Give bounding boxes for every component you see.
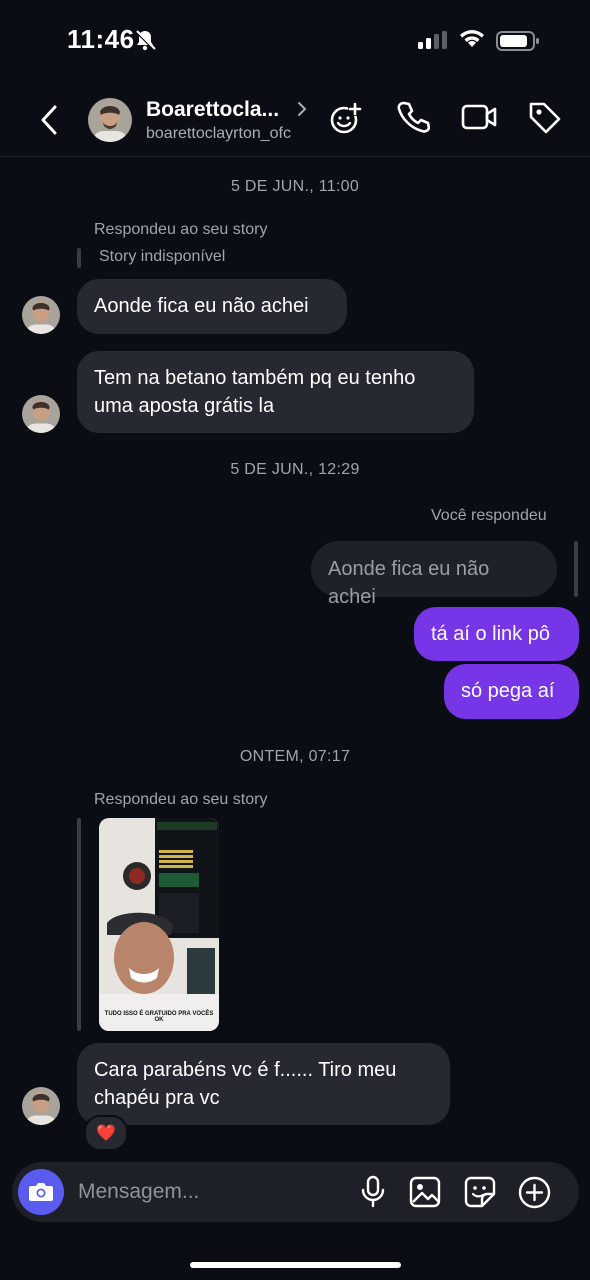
battery-icon <box>496 30 540 57</box>
plus-circle-icon[interactable] <box>518 1176 551 1214</box>
tag-icon[interactable] <box>527 100 563 141</box>
video-call-icon[interactable] <box>460 100 498 139</box>
message-input[interactable]: Mensagem... <box>78 1180 199 1204</box>
you-replied-label: Você respondeu <box>431 507 547 524</box>
wifi-icon <box>458 27 486 54</box>
heart-icon: ❤️ <box>96 1125 116 1142</box>
outgoing-message[interactable]: só pega aí <box>444 664 579 719</box>
contact-name[interactable]: Boarettocla... <box>146 98 279 122</box>
timestamp: ONTEM, 07:17 <box>239 748 351 765</box>
incoming-message[interactable]: Aonde fica eu não achei <box>77 279 347 334</box>
story-caption: TUDO ISSO É GRATUIDO PRA VOCÊS OK <box>104 1011 214 1023</box>
reaction-heart[interactable]: ❤️ <box>84 1115 128 1151</box>
home-indicator <box>190 1262 401 1268</box>
timestamp: 5 DE JUN., 12:29 <box>230 461 360 478</box>
sender-avatar[interactable] <box>22 395 60 433</box>
chevron-right-icon[interactable] <box>296 100 308 123</box>
outgoing-message[interactable]: tá aí o link pô <box>414 607 579 661</box>
incoming-message[interactable]: Tem na betano também pq eu tenho uma apo… <box>77 351 474 433</box>
contact-avatar[interactable] <box>88 98 132 142</box>
story-thumbnail[interactable]: TUDO ISSO É GRATUIDO PRA VOCÊS OK <box>99 818 219 1031</box>
microphone-icon[interactable] <box>360 1175 386 1214</box>
quote-bar <box>77 818 81 1031</box>
add-people-icon[interactable] <box>329 100 365 141</box>
timestamp: 5 DE JUN., 11:00 <box>230 178 360 195</box>
camera-icon <box>29 1183 53 1201</box>
contact-handle[interactable]: boarettoclayrton_ofc <box>146 125 291 143</box>
back-arrow-icon[interactable] <box>38 104 60 141</box>
cellular-signal-icon <box>418 31 450 54</box>
sender-avatar[interactable] <box>22 1087 60 1125</box>
replied-story-label: Respondeu ao seu story <box>94 221 268 238</box>
sticker-icon[interactable] <box>464 1176 496 1213</box>
replied-story-label: Respondeu ao seu story <box>94 791 268 808</box>
phone-call-icon[interactable] <box>396 100 431 139</box>
incoming-message[interactable]: Cara parabéns vc é f...... Tiro meu chap… <box>77 1043 450 1125</box>
gallery-icon[interactable] <box>409 1176 441 1213</box>
quote-bar <box>77 248 81 268</box>
replied-message-quote[interactable]: Aonde fica eu não achei <box>311 541 557 608</box>
header-divider <box>0 156 590 157</box>
story-unavailable-label: Story indisponível <box>99 248 226 265</box>
status-time: 11:46 <box>67 24 135 54</box>
quote-bar <box>574 541 578 597</box>
sender-avatar[interactable] <box>22 296 60 334</box>
bell-muted-icon <box>134 29 156 56</box>
camera-button[interactable] <box>18 1169 64 1215</box>
